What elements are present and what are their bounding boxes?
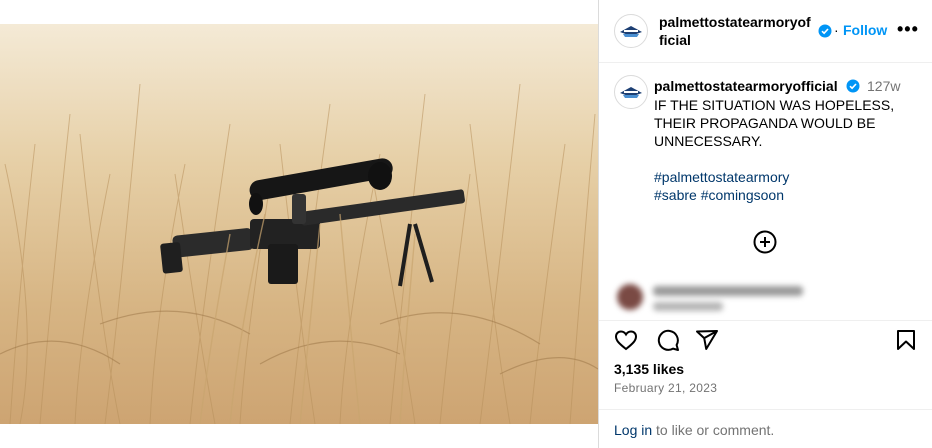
caption-avatar[interactable] [614,75,648,109]
bookmark-icon[interactable] [894,328,918,352]
redacted-text [653,302,723,311]
caption-username[interactable]: palmettostatearmoryofficial [654,78,838,94]
login-prompt: Log in to like or comment. [614,422,774,438]
verified-badge-icon [846,79,860,93]
hashtag-link[interactable]: #sabre [654,187,697,203]
post-media-panel [0,0,598,448]
login-prompt-text: to like or comment. [652,422,775,438]
rifle-in-grass-image [0,24,598,424]
hashtag-list: #palmettostatearmory #sabre #comingsoon [654,168,914,204]
share-icon[interactable] [695,328,719,352]
post-age[interactable]: 127w [867,78,900,94]
hashtag-link[interactable]: #palmettostatearmory [654,169,789,185]
actions-divider [599,320,932,321]
follow-button[interactable]: Follow [843,22,887,38]
add-circle-icon[interactable] [753,230,777,254]
post-sidebar: palmettostatearmoryofficial · Follow •••… [599,0,932,448]
post-photo[interactable] [0,24,598,424]
footer-divider [599,409,932,410]
redacted-text [653,286,803,296]
psa-logo-icon [616,77,646,107]
header-username[interactable]: palmettostatearmoryofficial [659,13,811,49]
psa-logo-icon [616,16,646,46]
post-header: palmettostatearmoryofficial · Follow ••• [599,0,932,63]
account-avatar[interactable] [614,14,648,48]
like-count[interactable]: 3,135 likes [614,361,684,377]
hashtag-link[interactable]: #comingsoon [701,187,784,203]
comment-icon[interactable] [656,328,680,352]
more-options-icon[interactable]: ••• [897,20,919,38]
verified-badge-icon [818,24,832,38]
login-link[interactable]: Log in [614,422,652,438]
separator-dot: · [834,22,839,38]
blurred-comment [613,280,913,318]
heart-icon[interactable] [614,328,638,352]
post-date: February 21, 2023 [614,381,718,395]
avatar [617,284,643,310]
caption-text: IF THE SITUATION WAS HOPELESS, THEIR PRO… [654,97,895,149]
